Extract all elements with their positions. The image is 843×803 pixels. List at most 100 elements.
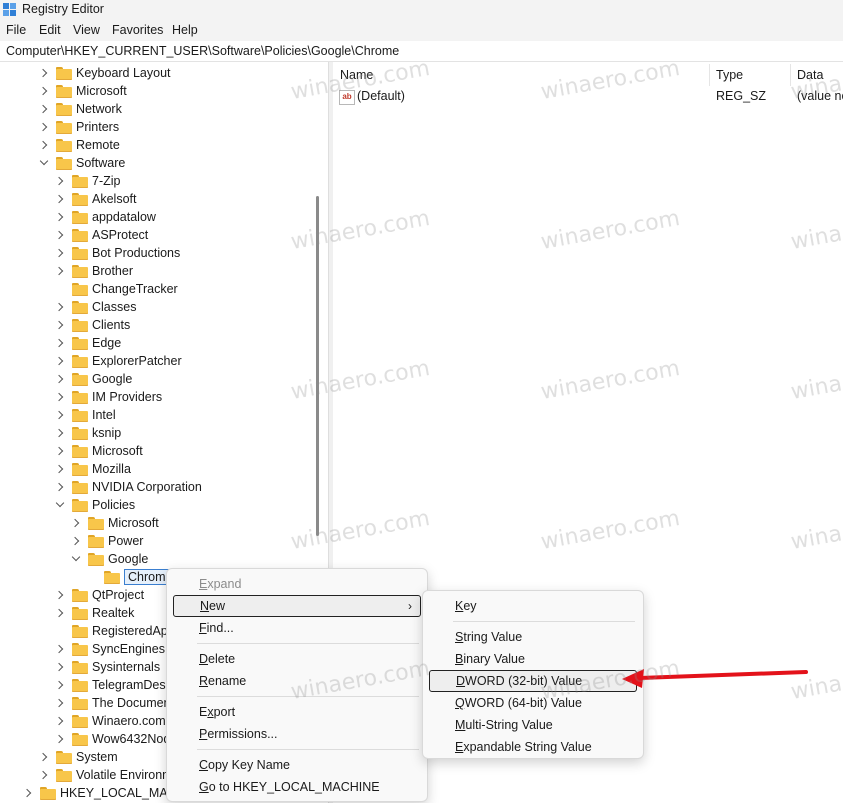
tree-item-label[interactable]: Keyboard Layout — [76, 66, 171, 80]
menu-item-permissions[interactable]: Permissions... — [173, 723, 421, 745]
tree-item[interactable]: Power — [70, 532, 143, 550]
chevron-right-icon[interactable] — [70, 514, 82, 532]
tree-item[interactable]: Brother — [54, 262, 133, 280]
chevron-right-icon[interactable] — [54, 712, 66, 730]
tree-item[interactable]: ksnip — [54, 424, 121, 442]
tree-item-label[interactable]: Microsoft — [108, 516, 159, 530]
tree-item[interactable]: Wow6432Node — [54, 730, 177, 748]
chevron-right-icon[interactable] — [54, 334, 66, 352]
tree-item-label[interactable]: Microsoft — [92, 444, 143, 458]
tree-item[interactable]: Policies — [54, 496, 135, 514]
tree-item-label[interactable]: Power — [108, 534, 143, 548]
tree-item-label[interactable]: Network — [76, 102, 122, 116]
chevron-right-icon[interactable] — [54, 478, 66, 496]
chevron-right-icon[interactable] — [38, 100, 50, 118]
chevron-down-icon[interactable] — [38, 154, 50, 172]
column-divider[interactable] — [709, 64, 710, 86]
chevron-right-icon[interactable] — [54, 316, 66, 334]
chevron-right-icon[interactable] — [54, 262, 66, 280]
chevron-right-icon[interactable] — [54, 190, 66, 208]
menu-edit[interactable]: Edit — [39, 23, 61, 37]
menu-item-go-to-hkey-local-machine[interactable]: Go to HKEY_LOCAL_MACHINE — [173, 776, 421, 798]
chevron-right-icon[interactable] — [54, 244, 66, 262]
tree-item[interactable]: ChangeTracker — [54, 280, 178, 298]
chevron-right-icon[interactable] — [54, 208, 66, 226]
chevron-right-icon[interactable] — [54, 658, 66, 676]
tree-item-label[interactable]: ksnip — [92, 426, 121, 440]
tree-item[interactable]: Chrome — [86, 568, 177, 586]
menu-item-qword-64-bit-value[interactable]: QWORD (64-bit) Value — [429, 692, 637, 714]
tree-item[interactable]: Clients — [54, 316, 130, 334]
chevron-right-icon[interactable] — [54, 352, 66, 370]
column-header-name[interactable]: Name — [340, 68, 373, 82]
tree-item[interactable]: Microsoft — [54, 442, 143, 460]
tree-item-label[interactable]: Google — [92, 372, 132, 386]
tree-item[interactable]: Classes — [54, 298, 136, 316]
tree-item[interactable]: Printers — [38, 118, 119, 136]
chevron-right-icon[interactable] — [38, 64, 50, 82]
chevron-down-icon[interactable] — [70, 550, 82, 568]
chevron-right-icon[interactable] — [54, 442, 66, 460]
address-bar[interactable]: Computer\HKEY_CURRENT_USER\Software\Poli… — [0, 41, 843, 62]
tree-item-label[interactable]: IM Providers — [92, 390, 162, 404]
tree-item[interactable]: Winaero.com — [54, 712, 166, 730]
chevron-right-icon[interactable] — [54, 172, 66, 190]
tree-item-label[interactable]: NVIDIA Corporation — [92, 480, 202, 494]
tree-item-label[interactable]: Remote — [76, 138, 120, 152]
chevron-right-icon[interactable] — [70, 532, 82, 550]
tree-item-label[interactable]: System — [76, 750, 118, 764]
chevron-right-icon[interactable] — [38, 82, 50, 100]
chevron-right-icon[interactable] — [54, 586, 66, 604]
menu-item-export[interactable]: Export — [173, 701, 421, 723]
menu-item-expandable-string-value[interactable]: Expandable String Value — [429, 736, 637, 758]
tree-item-label[interactable]: QtProject — [92, 588, 144, 602]
tree-item[interactable]: Realtek — [54, 604, 134, 622]
tree-item-label[interactable]: 7-Zip — [92, 174, 120, 188]
column-header-data[interactable]: Data — [797, 68, 823, 82]
tree-item[interactable]: ASProtect — [54, 226, 148, 244]
value-type[interactable]: REG_SZ — [716, 89, 766, 103]
menu-item-key[interactable]: Key — [429, 595, 637, 617]
value-data[interactable]: (value not set) — [797, 89, 843, 103]
tree-item-label[interactable]: Akelsoft — [92, 192, 136, 206]
chevron-right-icon[interactable] — [54, 730, 66, 748]
tree-item[interactable]: Bot Productions — [54, 244, 180, 262]
tree-item[interactable]: IM Providers — [54, 388, 162, 406]
chevron-down-icon[interactable] — [54, 496, 66, 514]
menu-view[interactable]: View — [73, 23, 100, 37]
tree-item-label[interactable]: Classes — [92, 300, 136, 314]
menu-item-dword-32-bit-value[interactable]: DWORD (32-bit) Value — [429, 670, 637, 692]
tree-item-label[interactable]: Software — [76, 156, 125, 170]
tree-item-label[interactable]: Intel — [92, 408, 116, 422]
menu-item-new[interactable]: New › — [173, 595, 421, 617]
chevron-right-icon[interactable] — [54, 406, 66, 424]
tree-item[interactable]: Keyboard Layout — [38, 64, 171, 82]
tree-item[interactable]: System — [38, 748, 118, 766]
tree-item[interactable]: Software — [38, 154, 125, 172]
tree-item[interactable]: Sysinternals — [54, 658, 160, 676]
tree-item-label[interactable]: appdatalow — [92, 210, 156, 224]
column-divider[interactable] — [790, 64, 791, 86]
value-name[interactable]: (Default) — [357, 89, 405, 103]
tree-item-label[interactable]: ExplorerPatcher — [92, 354, 182, 368]
tree-item-label[interactable]: Winaero.com — [92, 714, 166, 728]
tree-item[interactable]: Akelsoft — [54, 190, 136, 208]
tree-item[interactable]: Remote — [38, 136, 120, 154]
tree-item-label[interactable]: Wow6432Node — [92, 732, 177, 746]
tree-item-label[interactable]: SyncEngines — [92, 642, 165, 656]
chevron-right-icon[interactable] — [38, 748, 50, 766]
tree-item[interactable]: QtProject — [54, 586, 144, 604]
chevron-right-icon[interactable] — [54, 388, 66, 406]
tree-item[interactable]: NVIDIA Corporation — [54, 478, 202, 496]
tree-item[interactable]: Google — [54, 370, 132, 388]
chevron-right-icon[interactable] — [54, 424, 66, 442]
tree-item-label[interactable]: Realtek — [92, 606, 134, 620]
tree-item[interactable]: Intel — [54, 406, 116, 424]
chevron-right-icon[interactable] — [38, 766, 50, 784]
address-path[interactable]: Computer\HKEY_CURRENT_USER\Software\Poli… — [6, 44, 399, 58]
tree-item[interactable]: 7-Zip — [54, 172, 120, 190]
chevron-right-icon[interactable] — [54, 676, 66, 694]
tree-item-label[interactable]: Printers — [76, 120, 119, 134]
tree-item-label[interactable]: Brother — [92, 264, 133, 278]
tree-item[interactable]: SyncEngines — [54, 640, 165, 658]
